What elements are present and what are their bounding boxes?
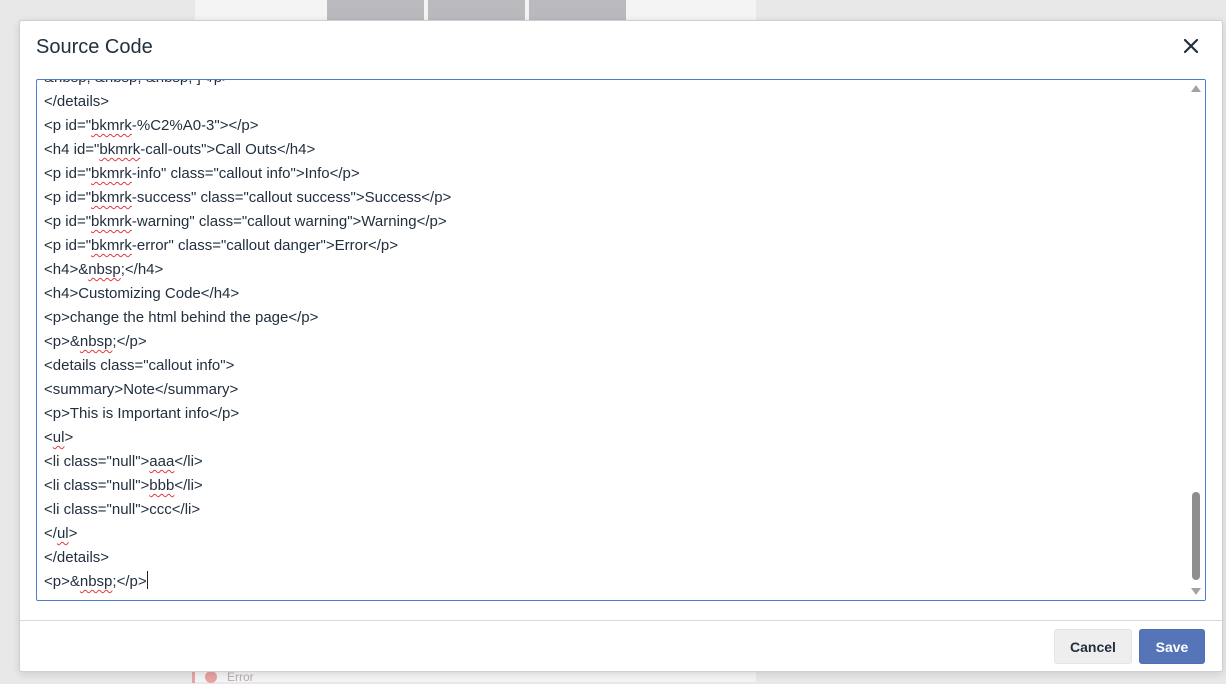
code-line: <li class="null">aaa</li>: [44, 450, 1185, 474]
misspelled-word: ul: [56, 525, 69, 542]
code-text: </details>: [44, 549, 110, 566]
misspelled-word: bkmrk: [91, 213, 132, 230]
scrollbar-thumb[interactable]: [1192, 492, 1200, 580]
code-text: -success" class="callout success">Succes…: [131, 189, 452, 206]
misspelled-word: bkmrk: [91, 117, 132, 134]
background-thumbnails: [327, 0, 626, 20]
thumbnail: [529, 0, 626, 20]
code-text: </li>: [174, 453, 203, 470]
code-line: <summary>Note</summary>: [44, 378, 1185, 402]
misspelled-word: ul: [52, 429, 65, 446]
misspelled-word: bkmrk: [99, 141, 141, 158]
code-text: <p>&: [44, 333, 80, 350]
code-text: <p>&: [44, 573, 80, 590]
code-text: </li>: [174, 477, 203, 494]
source-code-text: &nbsp; &nbsp; &nbsp; ]</p> </details> <p i…: [44, 80, 1185, 594]
code-text: &nbsp; &nbsp; &nbsp; ]</p>: [44, 80, 231, 86]
code-text: <li class="null">ccc</li>: [44, 501, 201, 518]
code-text: <p>change the html behind the page</p>: [44, 309, 319, 326]
code-line: <p id="bkmrk-error" class="callout dange…: [44, 234, 1185, 258]
code-line: <p>This is Important info</p>: [44, 402, 1185, 426]
misspelled-word: nbsp: [88, 261, 121, 278]
code-text: <h4 id=": [44, 141, 100, 158]
misspelled-word: aaa: [149, 453, 175, 470]
code-text: <details class="callout info">: [44, 357, 235, 374]
text-caret: [146, 571, 148, 589]
code-text: <: [44, 429, 53, 446]
code-text: ;</p>: [112, 573, 147, 590]
code-line: &nbsp; &nbsp; &nbsp; ]</p>: [44, 80, 1185, 90]
code-text: </: [44, 525, 57, 542]
code-text: <p id=": [44, 189, 92, 206]
misspelled-word: bkmrk: [91, 165, 132, 182]
code-text: <p id=": [44, 213, 92, 230]
code-line: <p id="bkmrk-warning" class="callout war…: [44, 210, 1185, 234]
code-text: <summary>Note</summary>: [44, 381, 239, 398]
code-text: <li class="null">: [44, 453, 150, 470]
code-text: <h4>&: [44, 261, 89, 278]
code-text: <p id=": [44, 165, 92, 182]
callout-bar: [192, 671, 195, 683]
code-text: -error" class="callout danger">Error</p>: [131, 237, 398, 254]
code-line: <p id="bkmrk-success" class="callout suc…: [44, 186, 1185, 210]
code-text: <p>This is Important info</p>: [44, 405, 240, 422]
scroll-up-arrow-icon[interactable]: [1191, 85, 1201, 92]
code-line: <h4>Customizing Code</h4>: [44, 282, 1185, 306]
code-line: <p>change the html behind the page</p>: [44, 306, 1185, 330]
scroll-down-arrow-icon[interactable]: [1191, 588, 1201, 595]
cancel-button[interactable]: Cancel: [1054, 629, 1132, 664]
code-line: <h4>&nbsp;</h4>: [44, 258, 1185, 282]
code-text: <li class="null">: [44, 477, 150, 494]
code-text: <h4>Customizing Code</h4>: [44, 285, 240, 302]
source-code-dialog: Source Code &nbsp; &nbsp; &nbsp; ]</p> </…: [19, 20, 1223, 672]
misspelled-word: nbsp: [79, 573, 113, 590]
code-text: -info" class="callout info">Info</p>: [131, 165, 360, 182]
misspelled-word: bbb: [149, 477, 175, 494]
code-text: <p id=": [44, 117, 92, 134]
save-button[interactable]: Save: [1139, 629, 1205, 664]
code-line: <p>&nbsp;</p>: [44, 330, 1185, 354]
code-line: <p>&nbsp;</p>: [44, 570, 1185, 594]
source-code-textarea[interactable]: &nbsp; &nbsp; &nbsp; ]</p> </details> <p i…: [36, 79, 1206, 601]
code-line: <li class="null">ccc</li>: [44, 498, 1185, 522]
code-line: <li class="null">bbb</li>: [44, 474, 1185, 498]
misspelled-word: nbsp: [79, 333, 113, 350]
dialog-title: Source Code: [36, 36, 153, 58]
code-text: >: [64, 429, 74, 446]
error-icon: [205, 671, 217, 683]
thumbnail: [428, 0, 525, 20]
code-line: </ul>: [44, 522, 1185, 546]
dialog-header: Source Code: [20, 21, 1222, 77]
code-line: <h4 id="bkmrk-call-outs">Call Outs</h4>: [44, 138, 1185, 162]
misspelled-word: bkmrk: [91, 237, 132, 254]
code-line: </details>: [44, 546, 1185, 570]
code-text: -%C2%A0-3"></p>: [131, 117, 259, 134]
close-icon: [1184, 39, 1198, 53]
misspelled-word: bkmrk: [91, 189, 132, 206]
code-text: >: [68, 525, 78, 542]
code-text: -call-outs">Call Outs</h4>: [140, 141, 316, 158]
editor-scrollbar[interactable]: [1188, 80, 1205, 600]
code-text: <p id=": [44, 237, 92, 254]
code-line: <ul>: [44, 426, 1185, 450]
code-line: </details>: [44, 90, 1185, 114]
code-line: <p id="bkmrk-%C2%A0-3"></p>: [44, 114, 1185, 138]
thumbnail: [327, 0, 424, 20]
code-text: </details>: [44, 93, 110, 110]
code-text: -warning" class="callout warning">Warnin…: [131, 213, 447, 230]
code-line: <p id="bkmrk-info" class="callout info">…: [44, 162, 1185, 186]
code-text: ;</p>: [112, 333, 147, 350]
close-button[interactable]: [1180, 35, 1202, 57]
code-text: ;</h4>: [120, 261, 164, 278]
dialog-footer: Cancel Save: [20, 620, 1222, 671]
code-line: <details class="callout info">: [44, 354, 1185, 378]
